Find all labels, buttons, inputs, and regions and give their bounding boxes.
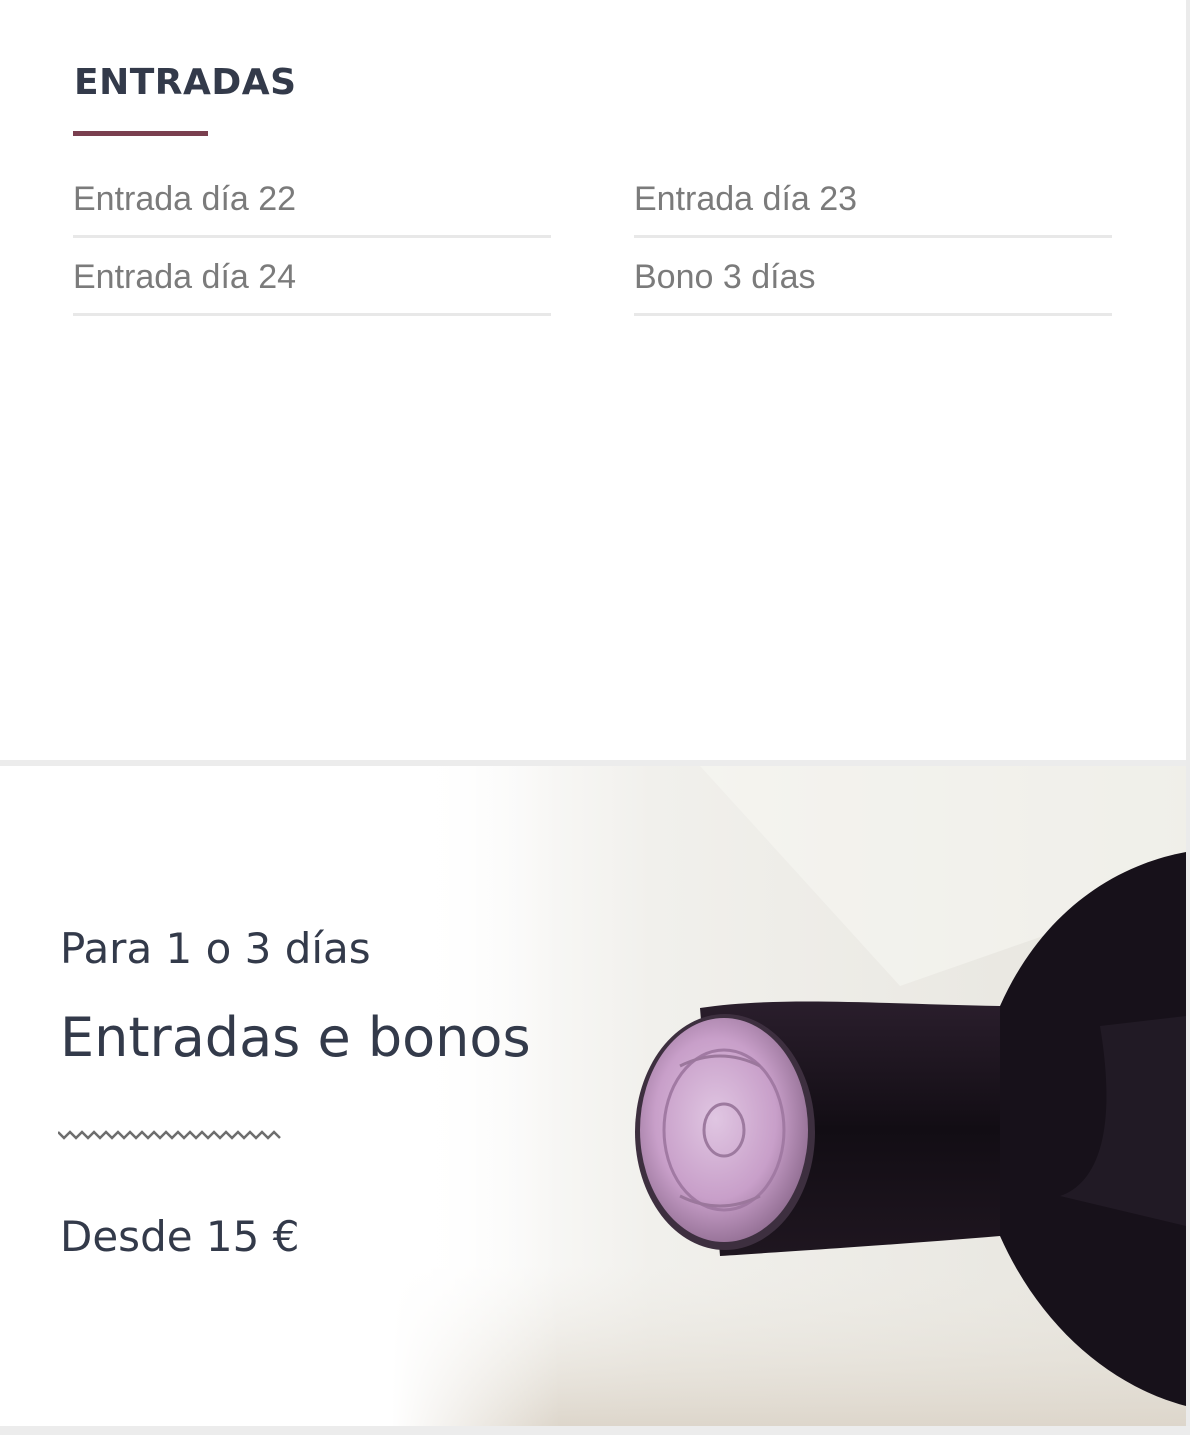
section-title: ENTRADAS xyxy=(74,62,297,103)
banner-price: Desde 15 € xyxy=(60,1212,300,1261)
banner-subtitle: Para 1 o 3 días xyxy=(60,924,371,973)
right-edge xyxy=(1186,0,1190,1435)
zigzag-divider-icon xyxy=(58,1130,281,1140)
link-bono-3-dias[interactable]: Bono 3 días xyxy=(634,238,1112,316)
link-entrada-dia-23[interactable]: Entrada día 23 xyxy=(634,160,1112,238)
banner-fade xyxy=(0,766,560,1426)
promo-banner[interactable]: Para 1 o 3 días Entradas e bonos Desde 1… xyxy=(0,766,1186,1426)
title-underline xyxy=(73,131,208,136)
entradas-section: ENTRADAS Entrada día 22 Entrada día 23 E… xyxy=(0,0,1186,760)
bottom-edge xyxy=(0,1426,1190,1435)
link-entrada-dia-24[interactable]: Entrada día 24 xyxy=(73,238,551,316)
banner-title: Entradas e bonos xyxy=(60,1006,531,1069)
link-entrada-dia-22[interactable]: Entrada día 22 xyxy=(73,160,551,238)
